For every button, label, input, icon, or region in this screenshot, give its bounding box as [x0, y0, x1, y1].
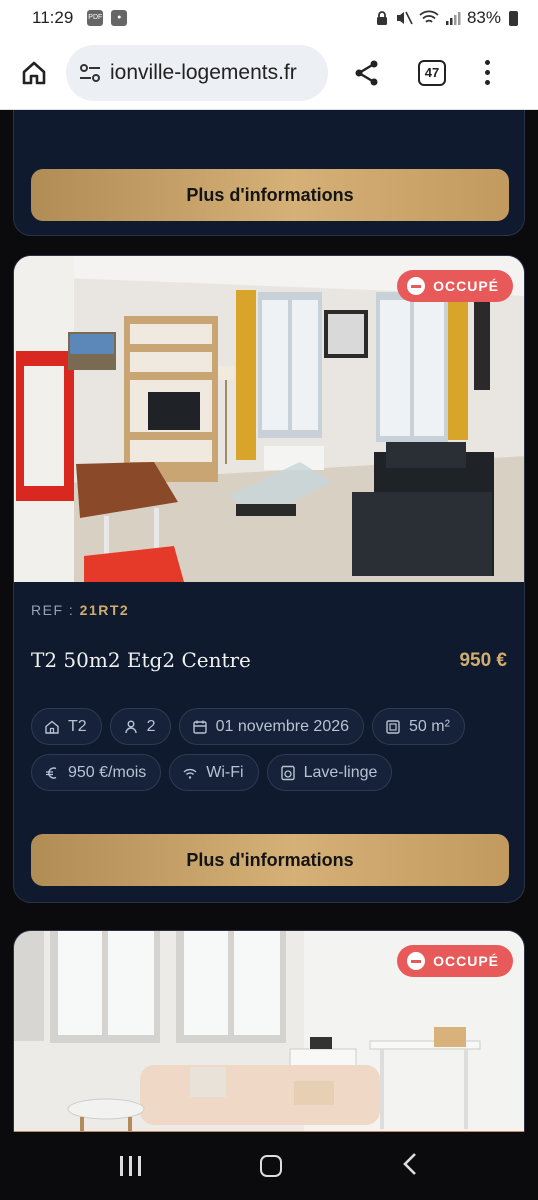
ref-label: REF : — [31, 602, 75, 618]
living-room-photo — [14, 256, 524, 582]
calendar-icon — [192, 720, 207, 734]
no-entry-icon — [407, 277, 426, 295]
listing-title: T2 50m2 Etg2 Centre — [31, 648, 251, 672]
pdf-notification-icon: PDF — [87, 10, 104, 26]
chip-type-label: T2 — [68, 717, 87, 735]
menu-dot — [484, 60, 490, 65]
mute-icon — [396, 11, 413, 25]
person-icon — [124, 720, 137, 733]
home-nav-button[interactable] — [259, 1155, 282, 1177]
chip-persons: 2 — [109, 708, 171, 745]
wifi-icon — [419, 10, 439, 23]
url-text[interactable]: ionville-logements.fr — [110, 61, 297, 85]
chip-date-label: 01 novembre 2026 — [215, 717, 350, 735]
no-entry-icon — [407, 952, 426, 970]
listing-photo[interactable]: OCCUPÉ — [14, 256, 524, 582]
status-badge: OCCUPÉ — [397, 270, 513, 302]
more-info-button[interactable]: Plus d'informations — [31, 834, 509, 886]
area-icon — [386, 719, 400, 734]
app-notification-icon: ● — [111, 10, 128, 26]
more-menu-button[interactable] — [480, 60, 494, 85]
status-label: OCCUPÉ — [433, 953, 499, 969]
listing-price: 950 € — [459, 650, 507, 671]
more-info-button[interactable]: Plus d'informations — [31, 169, 509, 221]
battery-icon — [509, 10, 518, 26]
feature-chips: T2 2 01 novembre 2026 50 m² 950 €/mois W… — [31, 708, 511, 791]
share-button[interactable] — [350, 56, 384, 90]
back-button[interactable] — [401, 1152, 419, 1181]
menu-dot — [484, 70, 490, 75]
tab-switcher-button[interactable]: 47 — [418, 59, 446, 86]
home-button[interactable] — [14, 53, 54, 93]
address-bar[interactable]: ionville-logements.fr — [66, 44, 328, 101]
chip-wifi-label: Wi-Fi — [206, 763, 244, 781]
status-badge: OCCUPÉ — [397, 945, 513, 977]
washing-machine-icon — [280, 765, 295, 780]
status-label: OCCUPÉ — [433, 278, 499, 294]
browser-toolbar: ionville-logements.fr 47 — [0, 36, 538, 110]
signal-icon — [445, 12, 461, 25]
wifi-icon — [183, 768, 197, 779]
home-icon — [22, 61, 46, 84]
menu-dot — [484, 80, 490, 85]
recents-icon — [137, 1156, 141, 1176]
chip-rent: 950 €/mois — [31, 754, 162, 791]
chip-date: 01 novembre 2026 — [178, 708, 365, 745]
chip-type: T2 — [31, 708, 102, 745]
recents-button[interactable] — [119, 1156, 141, 1176]
reference: REF : 21RT2 — [31, 602, 129, 618]
chip-area: 50 m² — [372, 708, 465, 745]
clock: 11:29 — [32, 8, 74, 27]
chip-wifi: Wi-Fi — [169, 754, 259, 791]
page-content[interactable]: Plus d'informations OCCUPÉ REF: 21RT2 T… — [0, 110, 538, 1132]
recents-icon — [128, 1156, 132, 1176]
chip-laundry: Lave-linge — [266, 754, 393, 791]
listing-photo[interactable]: OCCUPÉ — [14, 931, 524, 1132]
lock-icon — [376, 11, 387, 25]
ref-code: 21RT2 — [79, 602, 130, 618]
home-icon — [45, 720, 59, 734]
battery-percentage: 83% — [466, 8, 501, 27]
site-settings-icon[interactable] — [78, 61, 102, 85]
chip-area-label: 50 m² — [409, 717, 450, 735]
euro-icon — [46, 766, 57, 779]
listing-card: Plus d'informations — [13, 110, 525, 236]
chip-laundry-label: Lave-linge — [303, 763, 378, 781]
share-icon — [355, 60, 378, 85]
chip-rent-label: 950 €/mois — [68, 763, 147, 781]
system-nav-bar — [0, 1132, 538, 1200]
back-icon — [402, 1152, 416, 1175]
listing-card: OCCUPÉ REF : 21RT2 T2 50m2 Etg2 Centre 9… — [13, 255, 525, 903]
chip-persons-label: 2 — [146, 717, 156, 735]
listing-card: OCCUPÉ — [13, 930, 525, 1132]
status-bar: 11:29 PDF ● 83% — [0, 0, 538, 36]
recents-icon — [119, 1156, 123, 1176]
